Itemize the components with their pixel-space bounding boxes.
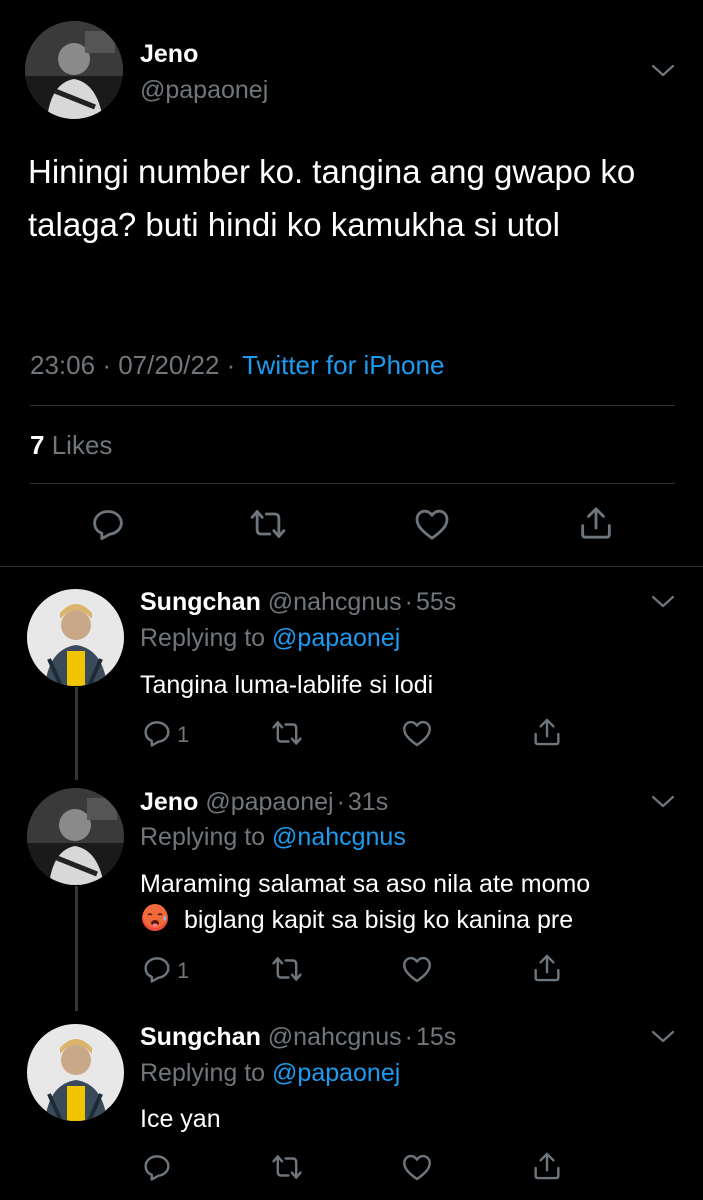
retweet-icon[interactable] [270,1150,304,1184]
meta-separator: · [336,788,345,816]
tweet-time: 23:06 [30,350,96,380]
replying-to-link[interactable]: @nahcgnus [272,823,406,851]
handle[interactable]: @papaonej [140,76,268,105]
likes-count: 7 [30,430,45,460]
replying-to-link[interactable]: @papaonej [272,624,400,652]
reply-text-line: Maraming salamat sa aso nila ate momo [140,870,591,898]
thread-line [75,886,78,1011]
reply-header: Sungchan @nahcgnus · 15s [140,1023,456,1052]
replying-to: Replying to @papaonej [140,624,400,653]
handle[interactable]: @papaonej [205,788,333,816]
reply-count: 1 [177,958,190,983]
like-icon[interactable] [400,952,434,986]
divider [30,405,675,406]
chevron-down-icon[interactable] [650,1029,676,1045]
reply-text-line: biglang kapit sa bisig ko kanina pre [140,902,590,938]
display-name[interactable]: Sungchan [140,588,261,616]
avatar[interactable] [27,788,124,885]
divider [30,483,675,484]
replying-prefix: Replying to [140,823,266,851]
share-icon[interactable] [530,715,564,749]
reply-age: 55s [415,588,457,616]
retweet-icon[interactable] [248,504,288,544]
display-name[interactable]: Sungchan [140,1023,261,1051]
like-icon[interactable] [400,716,434,750]
like-icon[interactable] [412,504,452,544]
reply-icon[interactable] [140,1150,174,1184]
retweet-icon[interactable] [270,716,304,750]
meta-separator: · [404,1023,413,1051]
likes-stat[interactable]: 7 Likes [30,430,112,461]
chevron-down-icon[interactable] [650,794,676,810]
divider [0,566,703,567]
replying-prefix: Replying to [140,1059,266,1087]
reply-text: Tangina luma-lablife si lodi [140,671,434,699]
tweet-text: Hiningi number ko. tangina ang gwapo ko … [28,153,636,243]
meta-separator: · [102,350,111,380]
chevron-down-icon[interactable] [650,63,676,79]
avatar[interactable] [27,1024,124,1121]
tweet-date: 07/20/22 [118,350,220,380]
thread-line [75,687,78,780]
reply-count: 1 [177,722,190,747]
reply-icon[interactable] [88,504,128,544]
reply-header: Jeno @papaonej · 31s [140,788,388,817]
replying-to-link[interactable]: @papaonej [272,1059,400,1087]
share-icon[interactable] [576,503,616,543]
replying-prefix: Replying to [140,624,266,652]
retweet-icon[interactable] [270,952,304,986]
tweet-meta: 23:06 · 07/20/22 · Twitter for iPhone [30,350,444,381]
likes-label: Likes [51,430,113,460]
reply-header: Sungchan @nahcgnus · 55s [140,588,456,617]
reply-icon[interactable] [140,952,174,986]
handle[interactable]: @nahcgnus [268,1023,402,1051]
tweet-source-link[interactable]: Twitter for iPhone [242,350,444,380]
reply-text-line-rest: biglang kapit sa bisig ko kanina pre [184,906,574,934]
like-icon[interactable] [400,1150,434,1184]
share-icon[interactable] [530,1149,564,1183]
hot-face-emoji [142,904,168,931]
handle[interactable]: @nahcgnus [268,588,402,616]
share-icon[interactable] [530,951,564,985]
reply-icon[interactable] [140,716,174,750]
replying-to: Replying to @nahcgnus [140,823,406,852]
replying-to: Replying to @papaonej [140,1059,400,1088]
display-name[interactable]: Jeno [140,788,198,816]
reply-text: Ice yan [140,1105,221,1133]
reply-age: 31s [347,788,389,816]
display-name[interactable]: Jeno [140,40,198,69]
avatar[interactable] [25,21,123,119]
meta-separator: · [404,588,413,616]
reply-text: Maraming salamat sa aso nila ate momo bi… [140,866,590,938]
reply-age: 15s [415,1023,457,1051]
chevron-down-icon[interactable] [650,594,676,610]
meta-separator: · [226,350,236,380]
avatar[interactable] [27,589,124,686]
